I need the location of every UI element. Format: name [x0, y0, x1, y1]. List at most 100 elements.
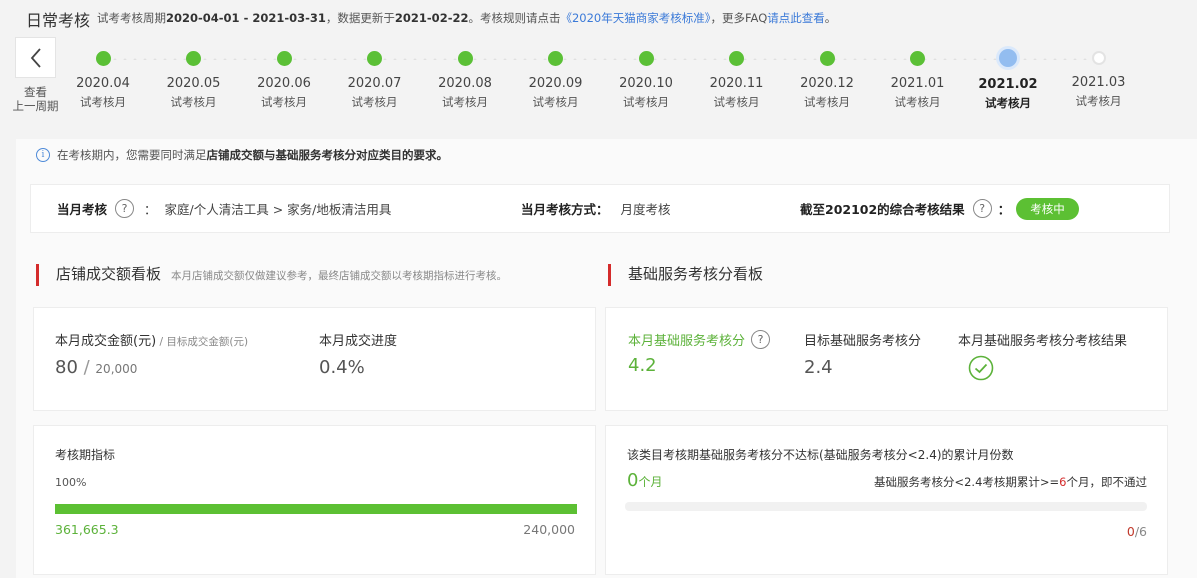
help-icon[interactable]: ? — [115, 199, 135, 218]
period-date: 2020.10 — [619, 76, 673, 91]
period-date: 2020.07 — [347, 76, 402, 91]
service-fail-card: 该类目考核期基础服务考核分不达标(基础服务考核分<2.4)的累计月份数 0个月 … — [605, 425, 1168, 575]
result-label: 截至202102的综合考核结果 — [800, 202, 965, 217]
result-block: 截至202102的综合考核结果 ? ： 考核中 — [800, 185, 1079, 232]
period-label: 试考核月 — [351, 95, 398, 109]
period-label: 试考核月 — [1075, 94, 1122, 108]
sales-note: 本月店铺成交额仅做建议参考，最终店铺成交额以考核期指标进行考核。 — [171, 270, 508, 282]
period-label: 试考核月 — [985, 96, 1031, 110]
update-date: 2021-02-22 — [394, 11, 469, 25]
period-label: 试考核月 — [442, 95, 488, 109]
main-panel: i 在考核期内，您需要同时满足 店铺成交额与基础服务考核分对应类目的要求。 当月考… — [16, 139, 1197, 578]
timeline-dot — [1091, 51, 1106, 65]
timeline-period[interactable]: 2021.03 试考核月 — [1057, 49, 1141, 109]
sales-section-title: 店铺成交额看板 本月店铺成交额仅做建议参考，最终店铺成交额以考核期指标进行考核。 — [36, 263, 508, 286]
fail-count: 0个月 — [627, 470, 663, 491]
timeline-period[interactable]: 2020.07 试考核月 — [333, 49, 417, 110]
period-label: 试考核月 — [804, 95, 850, 109]
chevron-left-icon — [30, 47, 41, 68]
timeline-period[interactable]: 2020.10 试考核月 — [604, 49, 688, 110]
timeline-period[interactable]: 2020.09 试考核月 — [514, 49, 598, 110]
period-label: 试考核月 — [713, 95, 760, 109]
help-icon[interactable]: ? — [972, 199, 992, 218]
timeline-dot — [819, 51, 835, 66]
target-amount-value: 20,000 — [95, 362, 138, 376]
timeline-dot — [95, 51, 111, 66]
period-date: 2021.02 — [978, 77, 1038, 92]
method-value: 月度考核 — [620, 202, 671, 217]
period-label: 试考核月 — [80, 95, 126, 109]
period-date: 2020.05 — [166, 76, 221, 91]
timeline-period[interactable]: 2020.11 试考核月 — [695, 49, 779, 110]
period-range: 2020-04-01 - 2021-03-31 — [166, 11, 326, 25]
section-accent-bar — [36, 264, 39, 286]
period-date: 2020.12 — [800, 76, 854, 91]
fail-progress-bar — [625, 502, 1147, 511]
period-target-card: 考核期指标 100% 361,665.3 240,000 — [33, 425, 596, 575]
timeline-period[interactable]: 2020.06 试考核月 — [242, 49, 326, 110]
fail-ratio: 0/6 — [1126, 524, 1147, 539]
summary-bar: 当月考核 ? ： 家庭/个人清洁工具 > 家务/地板清洁用具 当月考核方式： 月… — [30, 184, 1170, 233]
timeline-dot — [729, 51, 744, 66]
timeline-dot — [638, 51, 654, 66]
category-path: 家庭/个人清洁工具 > 家务/地板清洁用具 — [164, 202, 392, 217]
period-current-value: 361,665.3 — [55, 522, 119, 537]
current-month-label: 当月考核 — [57, 202, 108, 217]
period-date: 2021.03 — [1071, 75, 1126, 90]
timeline-period[interactable]: 2020.04 试考核月 — [61, 49, 145, 110]
period-label: 试考核月 — [623, 95, 669, 109]
timeline-dot — [999, 49, 1017, 67]
page-header: 日常考核 试考考核周期2020-04-01 - 2021-03-31，数据更新于… — [0, 0, 1197, 34]
method-block: 当月考核方式： 月度考核 — [521, 185, 671, 232]
service-summary-card: 本月基础服务考核分? 4.2 目标基础服务考核分 2.4 本月基础服务考核分考核… — [605, 307, 1168, 411]
service-target: 目标基础服务考核分 2.4 — [804, 334, 922, 378]
page-title: 日常考核 — [26, 11, 91, 30]
period-timeline: 查看 上一周期 2020.04 试考核月 2020.05 试考核月 2020.06 试考核… — [0, 34, 1197, 120]
period-progress-bar — [55, 504, 577, 514]
fail-description: 该类目考核期基础服务考核分不达标(基础服务考核分<2.4)的累计月份数 — [627, 448, 1014, 462]
section-accent-bar — [608, 264, 611, 286]
info-icon: i — [36, 148, 50, 162]
timeline-period[interactable]: 2021.01 试考核月 — [876, 49, 960, 110]
period-label: 试考核月 — [894, 95, 941, 109]
period-label: 试考核月 — [532, 95, 579, 109]
period-date: 2020.11 — [709, 76, 764, 91]
timeline-dot — [186, 51, 201, 66]
sales-summary-card: 本月成交金额(元) / 目标成交金额(元) 80 / 20,000 本月成交进度… — [33, 307, 596, 411]
timeline-period[interactable]: 2020.12 试考核月 — [785, 49, 869, 110]
period-date: 2020.08 — [438, 76, 492, 91]
amount-value: 80 — [55, 357, 78, 378]
timeline-dot — [457, 51, 473, 66]
progress-value: 0.4% — [319, 357, 365, 378]
period-date: 2020.09 — [528, 76, 583, 91]
period-label: 试考核月 — [261, 95, 307, 109]
fail-rule: 基础服务考核分<2.4考核期累计>=6个月，即不通过 — [873, 475, 1147, 489]
rule-link[interactable]: 《2020年天猫商家考核标准》 — [560, 11, 710, 25]
page-subtitle: 试考考核周期2020-04-01 - 2021-03-31，数据更新于2021-… — [97, 11, 837, 25]
period-label: 试考核月 — [170, 95, 217, 109]
prev-period-label[interactable]: 查看 上一周期 — [8, 85, 63, 113]
service-score: 本月基础服务考核分? 4.2 — [628, 330, 776, 376]
sales-amount: 本月成交金额(元) / 目标成交金额(元) 80 / 20,000 — [55, 334, 249, 378]
period-date: 2020.04 — [76, 76, 130, 91]
timeline-dot — [548, 51, 563, 66]
check-circle-icon — [968, 355, 994, 381]
timeline-period[interactable]: 2020.08 试考核月 — [423, 49, 507, 110]
timeline-dot — [910, 51, 925, 66]
service-target-value: 2.4 — [804, 357, 833, 378]
faq-link[interactable]: 请点此查看 — [767, 11, 825, 25]
period-target-label: 考核期指标 — [55, 448, 116, 462]
timeline-period[interactable]: 2020.05 试考核月 — [152, 49, 236, 110]
service-result: 本月基础服务考核分考核结果 — [958, 330, 1127, 385]
method-label: 当月考核方式： — [521, 202, 609, 217]
timeline-dot — [367, 51, 382, 66]
period-target-value: 240,000 — [523, 522, 575, 537]
help-icon[interactable]: ? — [751, 330, 771, 349]
period-percent: 100% — [55, 476, 87, 489]
notice-bar: i 在考核期内，您需要同时满足 店铺成交额与基础服务考核分对应类目的要求。 — [36, 147, 448, 163]
prev-period-button[interactable] — [15, 37, 56, 78]
service-section-title: 基础服务考核分看板 — [608, 263, 763, 286]
timeline-period[interactable]: 2021.02 试考核月 — [966, 49, 1050, 111]
period-date: 2021.01 — [890, 76, 945, 91]
timeline-dot — [276, 51, 292, 66]
